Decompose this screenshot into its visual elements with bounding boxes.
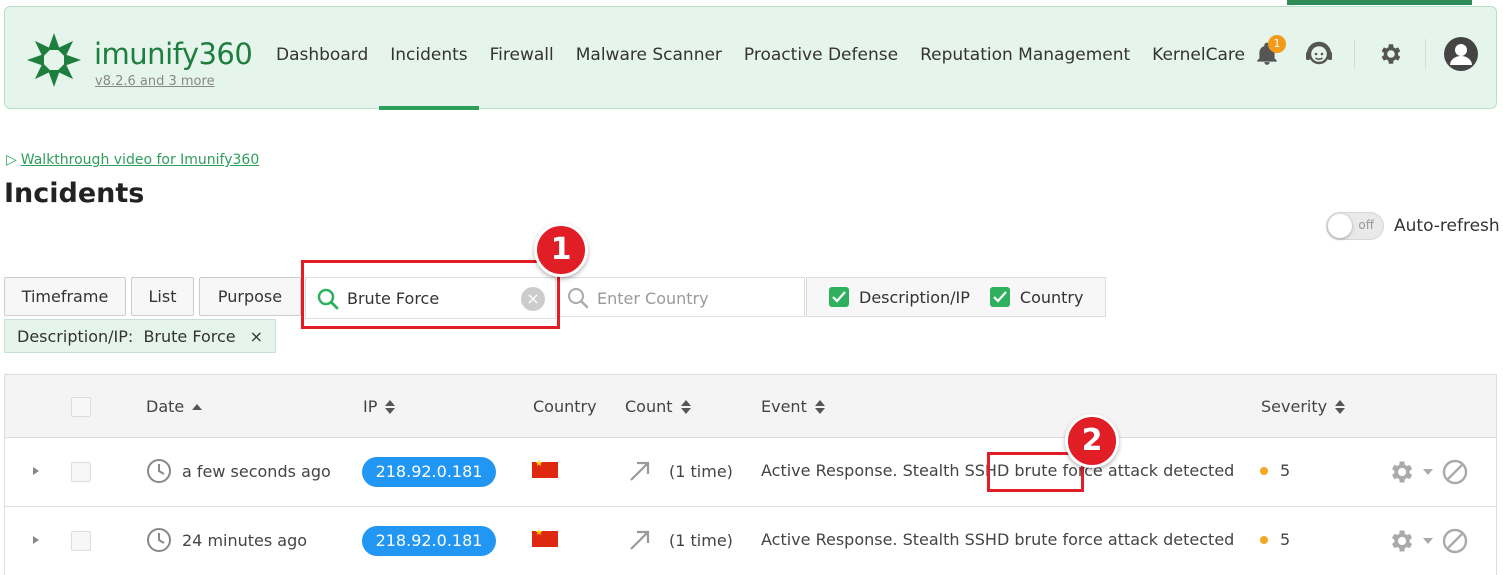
nav-dashboard[interactable]: Dashboard <box>265 7 379 110</box>
china-flag-icon <box>532 459 558 478</box>
expand-row-icon[interactable] <box>33 467 39 475</box>
purpose-button[interactable]: Purpose <box>199 277 301 316</box>
country-input[interactable] <box>597 287 797 309</box>
chevron-down-icon[interactable] <box>1423 469 1433 475</box>
chevron-down-icon[interactable] <box>1423 538 1433 544</box>
severity-cell: 5 <box>1260 461 1290 480</box>
nav-firewall[interactable]: Firewall <box>479 7 565 110</box>
annotation-box-1 <box>301 260 560 329</box>
column-severity[interactable]: Severity <box>1261 397 1346 416</box>
ip-badge[interactable]: 218.92.0.181 <box>362 457 496 487</box>
filter-chip-label: Description/IP: Brute Force <box>17 326 236 346</box>
sort-icon <box>385 399 396 414</box>
imunify-logo-icon <box>27 33 81 87</box>
auto-refresh: off Auto-refresh <box>1326 212 1500 240</box>
country-checkbox[interactable] <box>989 287 1010 307</box>
ip-badge[interactable]: 218.92.0.181 <box>362 526 496 556</box>
gear-dropdown-icon[interactable] <box>1387 458 1415 486</box>
column-event[interactable]: Event <box>761 397 825 416</box>
clock-icon <box>147 528 171 552</box>
walkthrough-link[interactable]: ▷ Walkthrough video for Imunify360 <box>6 152 259 168</box>
country-search-box <box>558 277 805 317</box>
header-top-accent <box>1287 0 1472 5</box>
auto-refresh-toggle[interactable]: off <box>1326 212 1384 240</box>
app-header: imunify360 v8.2.6 and 3 more Dashboard I… <box>4 6 1497 110</box>
version-link[interactable]: v8.2.6 and 3 more <box>95 74 215 89</box>
search-scope-checkboxes: Description/IP Country <box>806 277 1106 317</box>
expand-row-icon[interactable] <box>33 536 39 544</box>
notifications-button[interactable]: 1 <box>1250 35 1286 71</box>
timeframe-button[interactable]: Timeframe <box>4 277 126 316</box>
nav-proactive-defense[interactable]: Proactive Defense <box>733 7 909 110</box>
sort-icon <box>1335 399 1346 414</box>
user-account-button[interactable] <box>1444 37 1478 71</box>
severity-cell: 5 <box>1260 530 1290 549</box>
select-all-checkbox[interactable] <box>71 397 91 417</box>
annotation-marker-2: 2 <box>1065 414 1119 468</box>
column-date[interactable]: Date <box>146 397 203 416</box>
date-cell: a few seconds ago <box>146 458 331 484</box>
checkmark-icon <box>832 291 846 303</box>
header-icons: 1 <box>1250 35 1478 71</box>
toggle-knob <box>1328 214 1352 238</box>
main-nav: Dashboard Incidents Firewall Malware Sca… <box>265 7 1256 110</box>
toggle-state: off <box>1358 218 1374 232</box>
nav-reputation-management[interactable]: Reputation Management <box>909 7 1141 110</box>
notification-count-badge: 1 <box>1268 35 1286 53</box>
checkmark-icon <box>993 291 1007 303</box>
description-ip-checkbox[interactable] <box>829 287 849 307</box>
sort-icon <box>814 399 825 414</box>
count-cell: (1 time) <box>627 458 733 484</box>
china-flag-icon <box>532 528 558 547</box>
list-button[interactable]: List <box>131 277 194 316</box>
row-actions <box>1387 458 1469 486</box>
auto-refresh-label: Auto-refresh <box>1394 216 1500 236</box>
settings-button[interactable] <box>1373 37 1407 71</box>
support-agent-icon <box>1306 41 1332 65</box>
table-header: Date IP Country Count Event Severity <box>5 375 1496 438</box>
date-cell: 24 minutes ago <box>146 527 307 553</box>
brand-name: imunify360 <box>94 37 253 71</box>
row-checkbox[interactable] <box>71 462 91 482</box>
active-filter-chip: Description/IP: Brute Force × <box>4 319 277 353</box>
search-icon <box>568 288 589 309</box>
page-title: Incidents <box>4 178 145 209</box>
clock-icon <box>147 459 171 483</box>
trend-up-arrow-icon <box>630 461 650 481</box>
description-ip-label: Description/IP <box>859 287 970 307</box>
nav-kernelcare[interactable]: KernelCare <box>1141 7 1256 110</box>
column-count[interactable]: Count <box>625 397 691 416</box>
column-country: Country <box>533 397 597 416</box>
sort-icon <box>680 399 691 414</box>
gear-dropdown-icon[interactable] <box>1387 527 1415 555</box>
annotation-marker-1: 1 <box>534 223 588 277</box>
country-label: Country <box>1019 287 1084 307</box>
gear-icon <box>1381 44 1401 64</box>
trend-up-arrow-icon <box>630 530 650 550</box>
nav-malware-scanner[interactable]: Malware Scanner <box>565 7 733 110</box>
table-row[interactable]: a few seconds ago 218.92.0.181 (1 time) … <box>5 438 1496 507</box>
header-separator <box>1354 39 1355 69</box>
table-row[interactable]: 24 minutes ago 218.92.0.181 (1 time) Act… <box>5 507 1496 575</box>
event-cell: Active Response. Stealth SSHD brute forc… <box>761 530 1235 549</box>
sort-asc-icon <box>192 403 203 410</box>
row-checkbox[interactable] <box>71 531 91 551</box>
incidents-table: Date IP Country Count Event Severity a f… <box>4 374 1497 575</box>
play-outline-icon: ▷ <box>6 152 17 168</box>
severity-dot-icon <box>1260 535 1268 544</box>
remove-filter-icon[interactable]: × <box>250 327 263 346</box>
count-cell: (1 time) <box>627 527 733 553</box>
block-icon[interactable] <box>1441 527 1469 555</box>
severity-dot-icon <box>1260 466 1268 475</box>
nav-incidents[interactable]: Incidents <box>379 7 480 110</box>
annotation-box-2 <box>987 452 1084 492</box>
avatar-icon <box>1444 37 1478 71</box>
row-actions <box>1387 527 1469 555</box>
header-separator <box>1425 39 1426 69</box>
column-ip[interactable]: IP <box>363 397 396 416</box>
support-button[interactable] <box>1302 37 1336 71</box>
block-icon[interactable] <box>1441 458 1469 486</box>
